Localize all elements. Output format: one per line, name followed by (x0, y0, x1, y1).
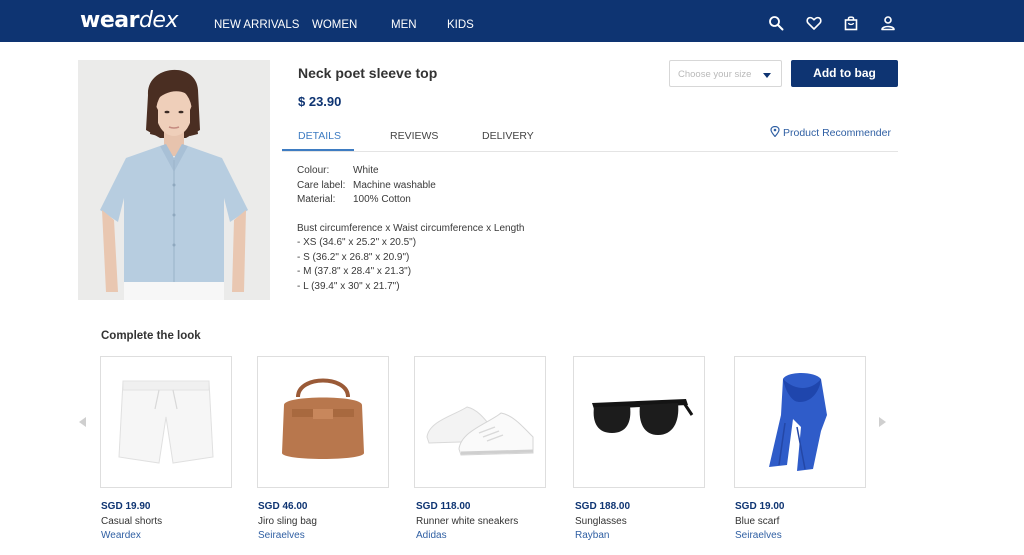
carousel-prev-icon[interactable] (79, 417, 86, 427)
product-photo (78, 60, 270, 300)
top-navigation-bar: weardex NEW ARRIVALS WOMEN MEN KIDS (0, 0, 1024, 42)
size-heading: Bust circumference x Waist circumference… (297, 223, 525, 234)
carousel-next-icon[interactable] (879, 417, 886, 427)
tab-details[interactable]: DETAILS (298, 130, 341, 142)
search-icon[interactable] (768, 15, 784, 31)
item-brand[interactable]: Seiraelves (258, 530, 305, 541)
nav-kids[interactable]: KIDS (447, 19, 474, 31)
user-icon[interactable] (880, 15, 896, 31)
size-m: - M (37.8" x 28.4" x 21.3") (297, 266, 412, 277)
item-brand[interactable]: Rayban (575, 530, 609, 541)
size-select-placeholder: Choose your size (678, 69, 752, 80)
item-name[interactable]: Sunglasses (575, 516, 627, 527)
nav-women[interactable]: WOMEN (312, 19, 357, 31)
item-price: SGD 46.00 (258, 501, 308, 512)
size-l: - L (39.4" x 30" x 21.7") (297, 281, 400, 292)
nav-men[interactable]: MEN (391, 19, 417, 31)
item-name[interactable]: Runner white sneakers (416, 516, 518, 527)
product-card-sunglasses[interactable] (573, 356, 705, 488)
item-brand[interactable]: Weardex (101, 530, 141, 541)
product-recommender-link[interactable]: Product Recommender (770, 125, 891, 139)
item-brand[interactable]: Adidas (416, 530, 447, 541)
item-name[interactable]: Jiro sling bag (258, 516, 317, 527)
product-card-sneakers[interactable] (414, 356, 546, 488)
item-name[interactable]: Blue scarf (735, 516, 779, 527)
item-price: SGD 118.00 (416, 501, 471, 512)
complete-the-look-title: Complete the look (101, 330, 201, 342)
item-price: SGD 19.00 (735, 501, 785, 512)
size-s: - S (36.2" x 26.8" x 20.9") (297, 252, 410, 263)
detail-value-material: 100% Cotton (353, 194, 411, 205)
location-pin-icon (770, 125, 780, 138)
product-card-sling-bag[interactable] (257, 356, 389, 488)
product-card-scarf[interactable] (734, 356, 866, 488)
item-price: SGD 188.00 (575, 501, 631, 512)
size-select[interactable]: Choose your size (669, 60, 782, 87)
detail-value-care: Machine washable (353, 180, 436, 191)
item-brand[interactable]: Seiraelves (735, 530, 782, 541)
tab-reviews[interactable]: REVIEWS (390, 130, 438, 142)
product-title: Neck poet sleeve top (298, 65, 438, 81)
item-price: SGD 19.90 (101, 501, 151, 512)
shopping-bag-icon[interactable] (843, 15, 859, 31)
product-recommender-label: Product Recommender (783, 127, 891, 139)
active-tab-indicator (282, 149, 354, 151)
tabs-divider (282, 151, 898, 152)
chevron-down-icon (763, 73, 771, 78)
heart-icon[interactable] (806, 15, 822, 31)
detail-label-material: Material: (297, 194, 336, 205)
nav-new-arrivals[interactable]: NEW ARRIVALS (214, 19, 299, 31)
item-name[interactable]: Casual shorts (101, 516, 162, 527)
add-to-bag-button[interactable]: Add to bag (791, 60, 898, 87)
size-xs: - XS (34.6" x 25.2" x 20.5") (297, 237, 417, 248)
product-price: $ 23.90 (298, 94, 342, 109)
detail-label-colour: Colour: (297, 165, 330, 176)
weardex-logo[interactable]: weardex (80, 8, 178, 33)
detail-value-colour: White (353, 165, 379, 176)
product-card-shorts[interactable] (100, 356, 232, 488)
tab-delivery[interactable]: DELIVERY (482, 130, 534, 142)
detail-label-care: Care label: (297, 180, 346, 191)
